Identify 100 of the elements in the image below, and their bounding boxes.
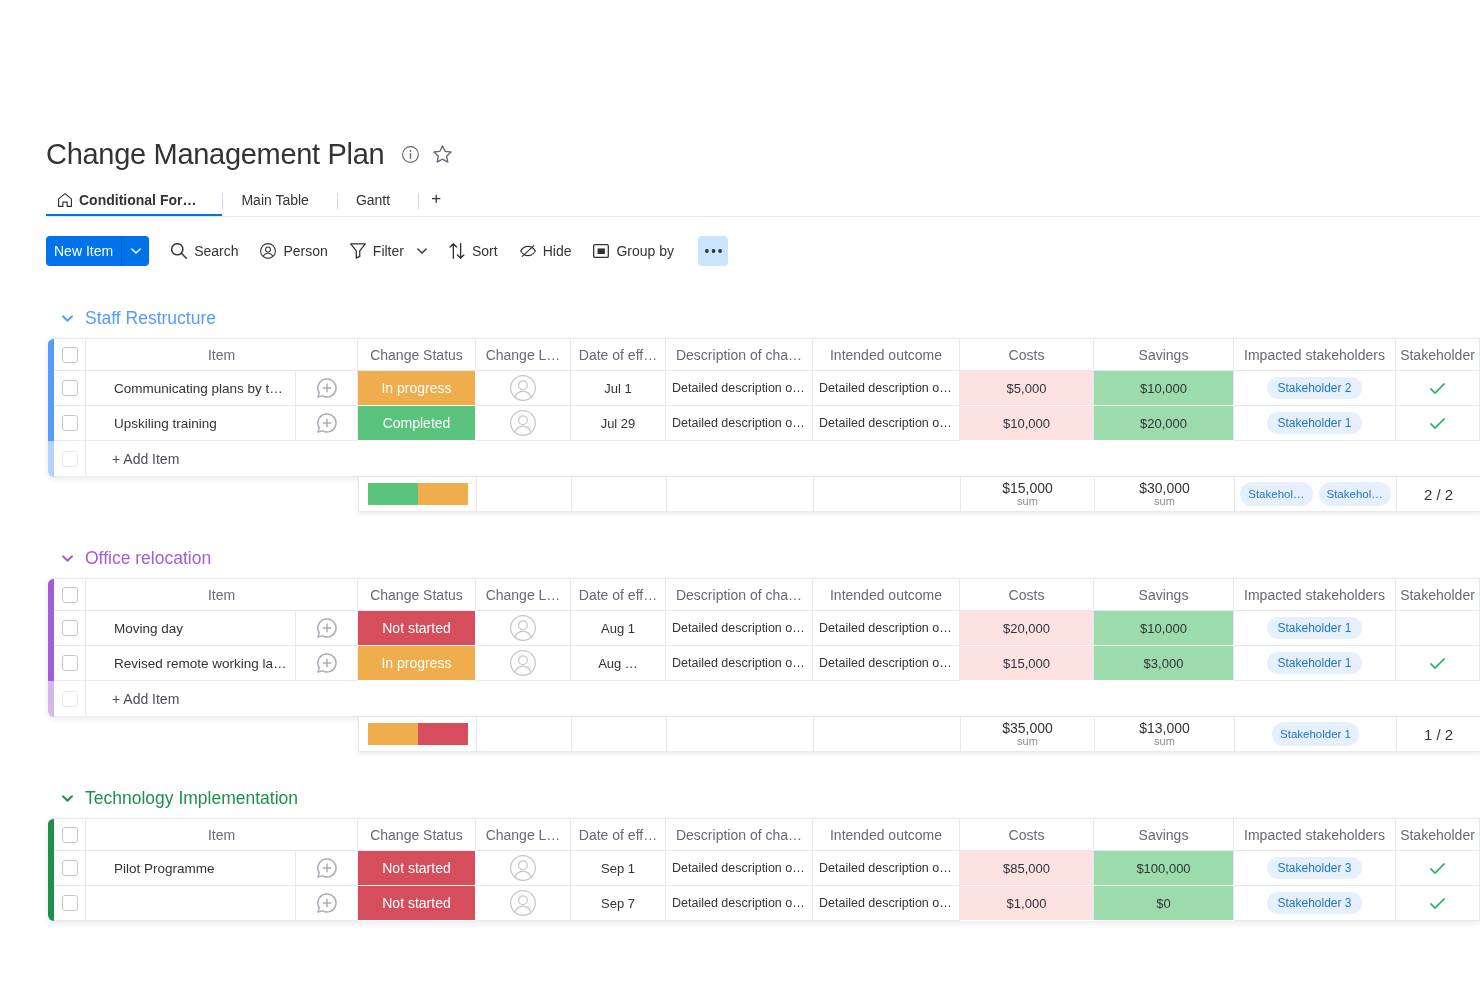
view-tab[interactable]: Conditional For… (46, 185, 223, 216)
view-tab[interactable]: Gantt (337, 185, 419, 216)
column-header: Description of cha… (666, 579, 813, 611)
date-cell: Jul 1 (571, 371, 666, 406)
column-header: Stakeholder (1396, 819, 1480, 851)
description-cell: Detailed description o… (666, 371, 813, 406)
status-cell[interactable]: Not started (358, 886, 476, 921)
select-all-checkbox[interactable] (61, 826, 78, 843)
star-icon[interactable] (433, 145, 453, 163)
amount-cell: $100,000 (1094, 851, 1234, 886)
comment-add-icon[interactable] (316, 653, 337, 673)
view-tab[interactable]: Main Table (223, 185, 337, 216)
column-header: Impacted stakeholders (1234, 339, 1396, 371)
amount-cell: $20,000 (1094, 406, 1234, 441)
column-header: Description of cha… (666, 819, 813, 851)
stakeholder-tag[interactable]: Stakeholder 2 (1267, 377, 1362, 399)
stakeholder-tag[interactable]: Stakehol… (1240, 482, 1313, 506)
date-cell: Jul 29 (571, 406, 666, 441)
check-icon (1430, 897, 1445, 909)
row-checkbox[interactable] (61, 860, 78, 876)
column-header: Intended outcome (813, 579, 960, 611)
more-button[interactable] (698, 236, 729, 266)
item-cell[interactable] (86, 886, 296, 921)
chevron-icon[interactable] (62, 554, 73, 562)
new-item-button[interactable]: New Item (46, 236, 122, 266)
approval-cell[interactable] (1396, 371, 1480, 406)
row-checkbox[interactable] (61, 415, 78, 431)
comment-add-icon[interactable] (316, 858, 337, 878)
column-header: Date of eff… (571, 819, 666, 851)
approval-cell[interactable] (1396, 851, 1480, 886)
comment-add-icon[interactable] (316, 618, 337, 638)
select-all-checkbox[interactable] (61, 346, 78, 363)
avatar-icon[interactable] (510, 615, 536, 641)
group-by-button[interactable]: Group by (585, 236, 683, 266)
sort-button[interactable]: Sort (440, 236, 506, 266)
column-header: Item (86, 819, 358, 851)
status-cell[interactable]: Not started (358, 851, 476, 886)
chevron-icon[interactable] (62, 794, 73, 802)
sum-label: sum (1017, 736, 1038, 747)
info-icon[interactable] (402, 145, 420, 163)
avatar-icon[interactable] (510, 890, 536, 916)
item-cell[interactable]: Moving day (86, 611, 296, 646)
eye-slash-icon (519, 243, 536, 259)
stakeholder-tag[interactable]: Stakeholder 1 (1267, 412, 1362, 434)
sum-label: sum (1154, 496, 1175, 507)
item-cell[interactable]: Communicating plans by t… (86, 371, 296, 406)
check-icon (1430, 862, 1445, 874)
amount-cell: $1,000 (960, 886, 1094, 921)
item-cell[interactable]: Upskiling training (86, 406, 296, 441)
avatar-icon[interactable] (510, 650, 536, 676)
check-icon (1430, 657, 1445, 669)
add-view-button[interactable]: + (419, 185, 452, 216)
date-cell: Aug … (571, 646, 666, 681)
stakeholder-tag[interactable]: Stakeholder 1 (1267, 617, 1362, 639)
stakeholder-tag[interactable]: Stakeholder 3 (1267, 857, 1362, 879)
item-cell[interactable]: Pilot Programme (86, 851, 296, 886)
chevron-icon[interactable] (62, 314, 73, 322)
avatar-icon[interactable] (510, 855, 536, 881)
sum-value: $15,000 (1002, 481, 1053, 496)
comment-add-icon[interactable] (316, 378, 337, 398)
avatar-icon[interactable] (510, 375, 536, 401)
column-header: Impacted stakeholders (1234, 579, 1396, 611)
hide-button[interactable]: Hide (511, 236, 580, 266)
column-header: Impacted stakeholders (1234, 819, 1396, 851)
search-button[interactable]: Search (163, 236, 247, 266)
row-checkbox[interactable] (61, 655, 78, 671)
stakeholder-tag[interactable]: Stakeholder 3 (1267, 892, 1362, 914)
new-row-checkbox[interactable] (61, 690, 78, 707)
avatar-icon[interactable] (510, 410, 536, 436)
amount-cell: $3,000 (1094, 646, 1234, 681)
filter-button[interactable]: Filter (341, 236, 435, 266)
approval-cell[interactable] (1396, 406, 1480, 441)
funnel-icon (349, 243, 366, 259)
person-filter-button[interactable]: Person (252, 236, 336, 266)
description-cell: Detailed description o… (666, 611, 813, 646)
stakeholder-tag[interactable]: Stakehol… (1318, 482, 1391, 506)
description-cell: Detailed description o… (666, 406, 813, 441)
row-checkbox[interactable] (61, 380, 78, 396)
approval-cell[interactable] (1396, 886, 1480, 921)
stakeholder-tag[interactable]: Stakeholder 1 (1272, 722, 1359, 746)
column-header: Intended outcome (813, 339, 960, 371)
item-cell[interactable]: Revised remote working la… (86, 646, 296, 681)
comment-add-icon[interactable] (316, 413, 337, 433)
approval-cell[interactable] (1396, 611, 1480, 646)
amount-cell: $10,000 (960, 406, 1094, 441)
new-row-checkbox[interactable] (61, 450, 78, 467)
sort-icon (448, 243, 465, 259)
group-title: Staff Restructure (85, 307, 216, 330)
approval-count: 2 / 2 (1397, 477, 1480, 512)
column-header: Date of eff… (571, 579, 666, 611)
date-cell: Sep 7 (571, 886, 666, 921)
row-checkbox[interactable] (61, 895, 78, 911)
status-cell[interactable]: Not started (358, 611, 476, 646)
approval-cell[interactable] (1396, 646, 1480, 681)
new-item-menu-button[interactable] (121, 236, 150, 266)
comment-add-icon[interactable] (316, 893, 337, 913)
select-all-checkbox[interactable] (61, 586, 78, 603)
row-checkbox[interactable] (61, 620, 78, 636)
stakeholder-tag[interactable]: Stakeholder 1 (1267, 652, 1362, 674)
column-header: Stakeholder (1396, 579, 1480, 611)
